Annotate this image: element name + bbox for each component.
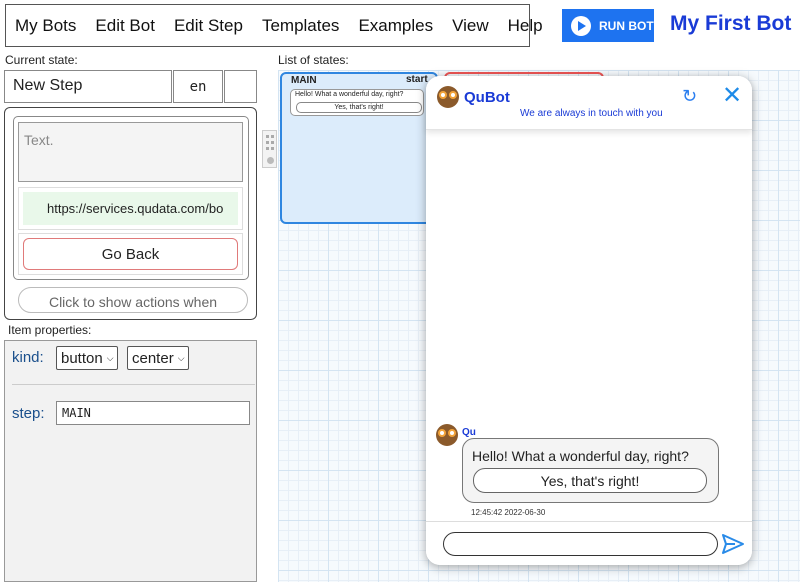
close-icon[interactable]: ✕: [722, 84, 742, 108]
owl-avatar-icon: [436, 424, 458, 446]
go-back-button[interactable]: Go Back: [23, 238, 238, 270]
menu-item-view[interactable]: View: [452, 16, 489, 36]
state-card-button: Yes, that's right!: [296, 102, 422, 113]
language-field[interactable]: en: [173, 70, 223, 103]
show-actions-button[interactable]: Click to show actions when: [18, 287, 248, 313]
state-card-message-text: Hello! What a wonderful day, right?: [295, 91, 404, 98]
url-item: https://services.qudata.com/bo: [18, 187, 243, 230]
message-timestamp: 12:45:42 2022-06-30: [471, 508, 546, 517]
button-item: Go Back: [18, 233, 243, 275]
item-properties-label: Item properties:: [8, 323, 92, 337]
kind-select-value: button: [61, 349, 103, 367]
message-text-input[interactable]: Text.: [18, 122, 243, 182]
chat-title: QuBot: [464, 89, 510, 106]
url-input[interactable]: https://services.qudata.com/bo: [23, 192, 238, 225]
align-select[interactable]: center ⌵: [127, 346, 189, 370]
menu-item-my-bots[interactable]: My Bots: [15, 16, 76, 36]
start-badge: start: [406, 74, 428, 85]
send-icon[interactable]: [721, 532, 745, 556]
step-label: step:: [12, 405, 45, 422]
step-input[interactable]: MAIN: [56, 401, 250, 425]
kind-select[interactable]: button ⌵: [56, 346, 118, 370]
chat-subtitle: We are always in touch with you: [520, 108, 663, 119]
message-text: Hello! What a wonderful day, right?: [472, 448, 689, 464]
chevron-down-icon: ⌵: [177, 352, 185, 363]
properties-divider: [12, 384, 255, 385]
state-name-input[interactable]: New Step: [4, 70, 172, 103]
menu-item-edit-step[interactable]: Edit Step: [174, 16, 243, 36]
state-card-title: MAIN: [291, 75, 317, 86]
main-menu-bar: My Bots Edit Bot Edit Step Templates Exa…: [5, 4, 543, 47]
list-of-states-label: List of states:: [278, 53, 349, 67]
menu-item-examples[interactable]: Examples: [358, 16, 433, 36]
menu-item-help[interactable]: Help: [508, 16, 543, 36]
panel-resize-handle[interactable]: [262, 130, 277, 168]
align-select-value: center: [132, 349, 174, 367]
play-icon: [571, 15, 591, 36]
message-sender: Qu: [462, 427, 476, 438]
state-option-field[interactable]: [224, 70, 257, 103]
chevron-down-icon: ⌵: [106, 352, 114, 363]
refresh-icon[interactable]: ↻: [682, 87, 700, 105]
bot-name: My First Bot: [670, 12, 792, 35]
run-bot-button[interactable]: RUN BOT: [562, 9, 654, 42]
item-properties-panel: [4, 340, 257, 582]
current-state-label: Current state:: [5, 53, 78, 67]
menu-item-templates[interactable]: Templates: [262, 16, 339, 36]
owl-avatar-icon: [437, 86, 459, 108]
quick-reply-button[interactable]: Yes, that's right!: [473, 468, 707, 493]
chat-message-input[interactable]: [443, 532, 718, 556]
menu-item-edit-bot[interactable]: Edit Bot: [95, 16, 155, 36]
run-bot-label: RUN BOT: [599, 18, 654, 33]
kind-label: kind:: [12, 349, 44, 366]
